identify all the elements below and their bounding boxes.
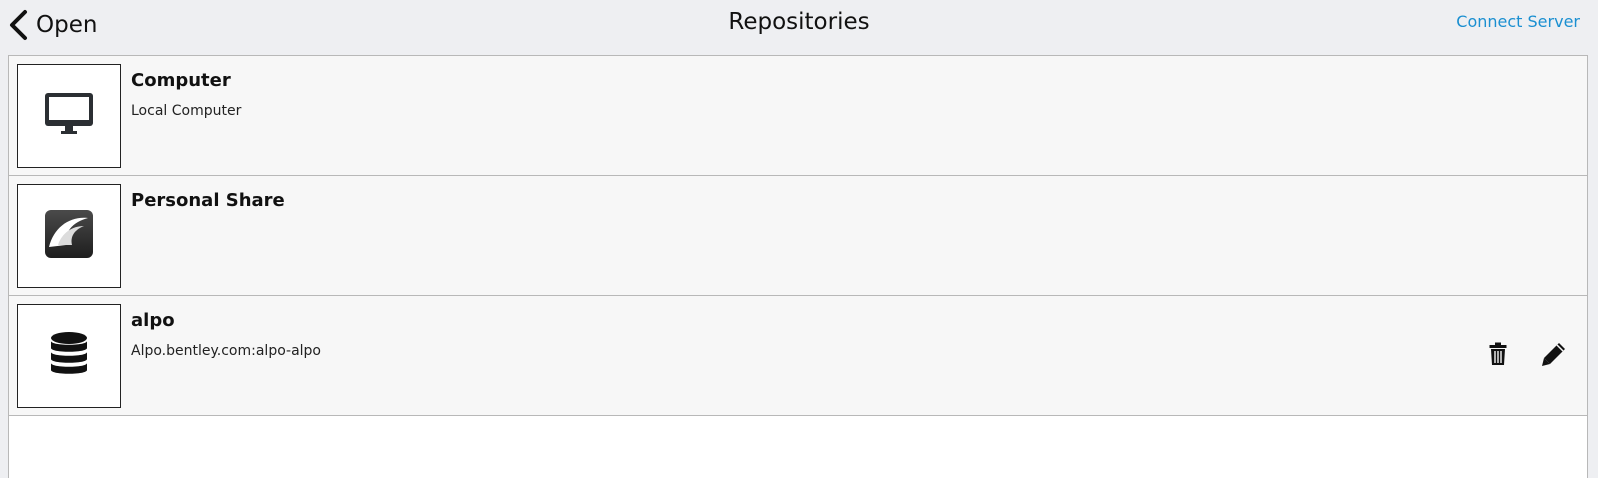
trash-icon [1489, 342, 1507, 370]
repository-subtitle: Alpo.bentley.com:alpo-alpo [131, 343, 321, 359]
back-button[interactable]: Open [8, 8, 97, 42]
personal-share-icon [44, 209, 94, 263]
database-icon [49, 331, 89, 381]
connect-server-button[interactable]: Connect Server [1456, 12, 1580, 31]
repository-name: Personal Share [131, 190, 285, 211]
chevron-left-icon [8, 9, 28, 41]
pencil-icon [1541, 341, 1567, 371]
row-actions [1483, 341, 1569, 371]
back-label: Open [36, 12, 98, 38]
repository-row-personal-share[interactable]: Personal Share [9, 176, 1587, 296]
repository-thumbnail [17, 64, 121, 168]
page-title: Repositories [728, 9, 870, 35]
header-bar: Open Repositories Connect Server [0, 0, 1598, 55]
repository-subtitle: Local Computer [131, 103, 242, 119]
repository-row-alpo[interactable]: alpo Alpo.bentley.com:alpo-alpo [9, 296, 1587, 416]
repository-list: Computer Local Computer Personal Share a… [8, 55, 1588, 478]
repository-name: alpo [131, 310, 175, 331]
repository-row-computer[interactable]: Computer Local Computer [9, 56, 1587, 176]
repository-name: Computer [131, 70, 231, 91]
monitor-icon [44, 92, 94, 140]
repository-thumbnail [17, 184, 121, 288]
repository-thumbnail [17, 304, 121, 408]
edit-button[interactable] [1539, 341, 1569, 371]
delete-button[interactable] [1483, 341, 1513, 371]
